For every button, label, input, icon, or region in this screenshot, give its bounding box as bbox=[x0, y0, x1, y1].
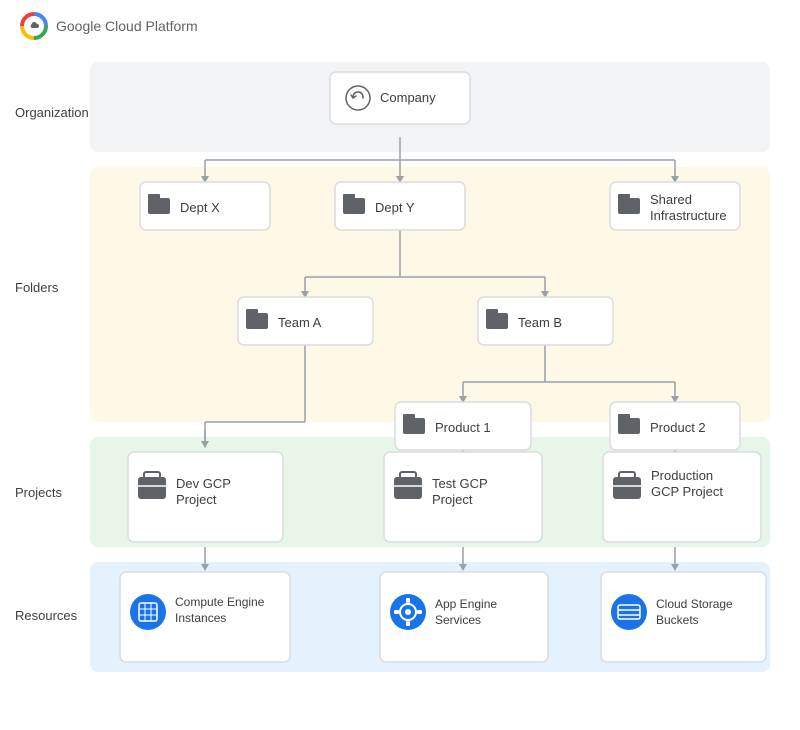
deptx-node: Dept X bbox=[140, 182, 270, 230]
gcp-logo-text: Google Cloud Platform bbox=[56, 18, 198, 34]
app-engine-node: App Engine Services bbox=[380, 572, 548, 662]
svg-text:Team B: Team B bbox=[518, 315, 562, 330]
svg-text:Test GCP: Test GCP bbox=[432, 476, 488, 491]
svg-text:Cloud Storage: Cloud Storage bbox=[656, 597, 733, 611]
svg-text:Team A: Team A bbox=[278, 315, 322, 330]
svg-text:Services: Services bbox=[435, 613, 481, 627]
shared-infra-node: Shared Infrastructure bbox=[610, 182, 740, 230]
company-node: Company bbox=[330, 72, 470, 124]
svg-text:Production: Production bbox=[651, 468, 713, 483]
folders-label: Folders bbox=[15, 280, 59, 295]
svg-text:Project: Project bbox=[176, 492, 217, 507]
prod-project-node: Production GCP Project bbox=[603, 452, 761, 542]
diagram: Organization Folders Projects Resources bbox=[10, 52, 790, 727]
product2-node: Product 2 bbox=[610, 402, 740, 450]
depty-node: Dept Y bbox=[335, 182, 465, 230]
product1-node: Product 1 bbox=[395, 402, 531, 450]
svg-text:Instances: Instances bbox=[175, 611, 226, 625]
svg-text:Shared: Shared bbox=[650, 192, 692, 207]
org-label: Organization bbox=[15, 105, 89, 120]
test-project-node: Test GCP Project bbox=[384, 452, 542, 542]
svg-text:Dept X: Dept X bbox=[180, 200, 220, 215]
compute-engine-node: Compute Engine Instances bbox=[120, 572, 290, 662]
header: Google Cloud Platform bbox=[0, 0, 800, 52]
company-label: Company bbox=[380, 90, 436, 105]
dev-project-node: Dev GCP Project bbox=[128, 452, 283, 542]
svg-text:Buckets: Buckets bbox=[656, 613, 699, 627]
svg-text:Project: Project bbox=[432, 492, 473, 507]
app-container: Google Cloud Platform Organization Folde… bbox=[0, 0, 800, 730]
svg-text:Infrastructure: Infrastructure bbox=[650, 208, 727, 223]
svg-text:App Engine: App Engine bbox=[435, 597, 497, 611]
svg-text:GCP Project: GCP Project bbox=[651, 484, 723, 499]
svg-text:Dept Y: Dept Y bbox=[375, 200, 415, 215]
teama-node: Team A bbox=[238, 297, 373, 345]
cloud-storage-node: Cloud Storage Buckets bbox=[601, 572, 766, 662]
svg-text:Product 1: Product 1 bbox=[435, 420, 491, 435]
gcp-logo-icon bbox=[20, 12, 48, 40]
resources-label: Resources bbox=[15, 608, 78, 623]
svg-text:Compute Engine: Compute Engine bbox=[175, 595, 265, 609]
teamb-node: Team B bbox=[478, 297, 613, 345]
svg-text:Product 2: Product 2 bbox=[650, 420, 706, 435]
svg-text:Dev GCP: Dev GCP bbox=[176, 476, 231, 491]
projects-label: Projects bbox=[15, 485, 62, 500]
